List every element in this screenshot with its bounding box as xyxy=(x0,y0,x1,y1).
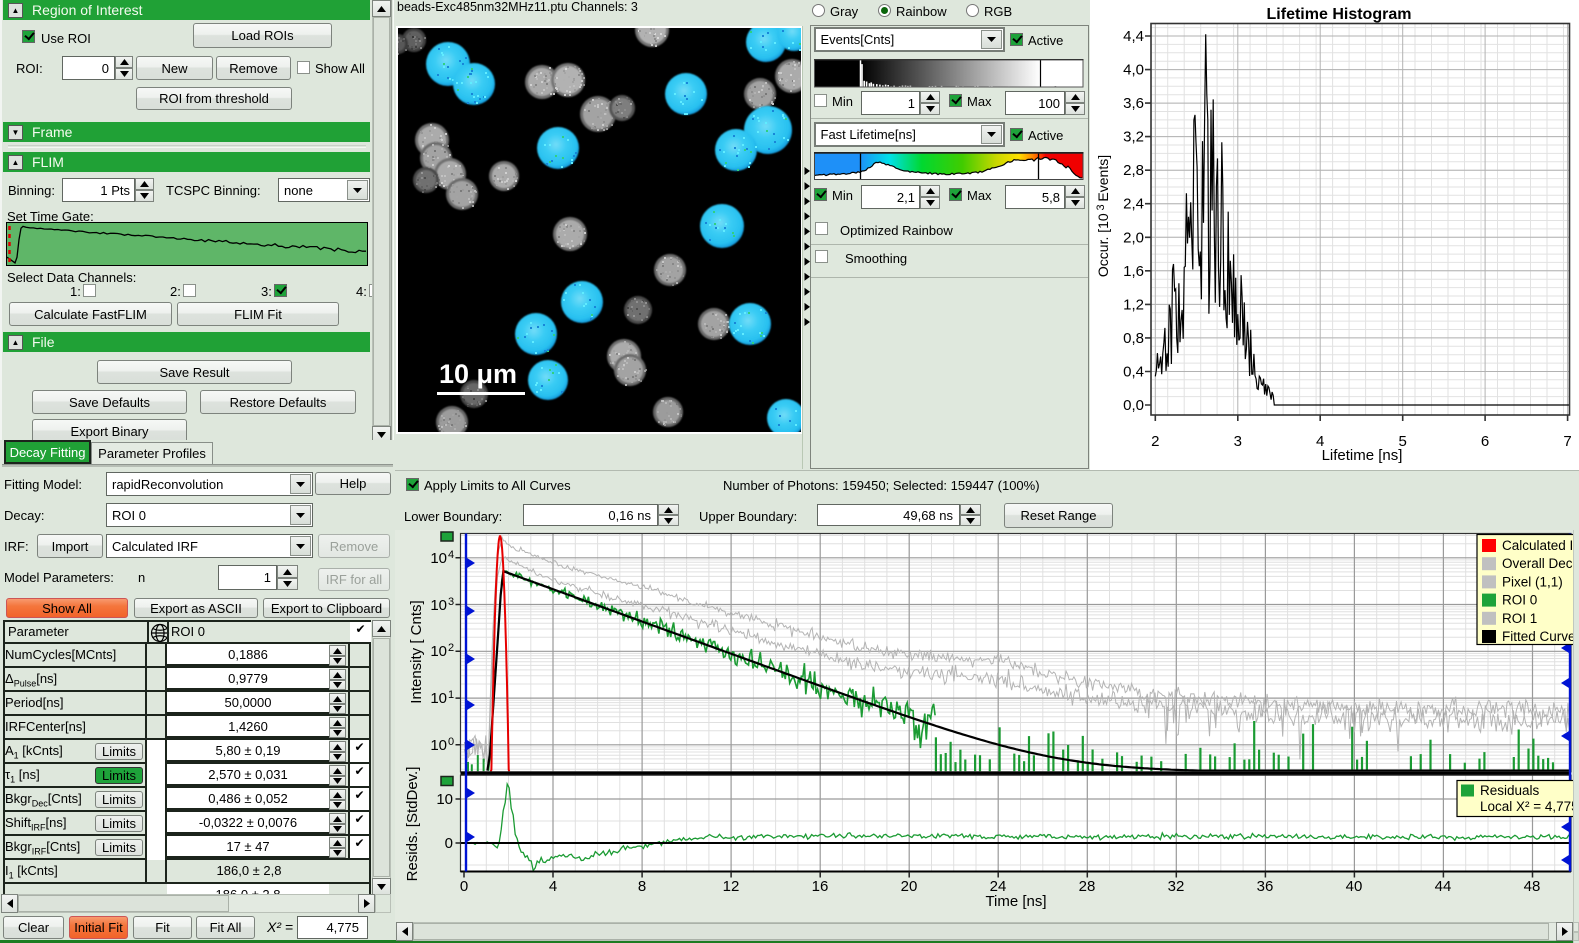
svg-text:Residuals: Residuals xyxy=(1480,783,1540,798)
svg-text:1,2: 1,2 xyxy=(1123,296,1144,313)
svg-text:4,4: 4,4 xyxy=(1123,28,1144,45)
svg-text:10: 10 xyxy=(430,643,447,660)
svg-text:28: 28 xyxy=(1079,878,1096,895)
svg-text:7: 7 xyxy=(1563,433,1571,450)
svg-text:1: 1 xyxy=(448,689,454,701)
svg-text:3,6: 3,6 xyxy=(1123,95,1144,112)
svg-text:2: 2 xyxy=(448,642,454,654)
svg-text:10: 10 xyxy=(430,550,447,567)
svg-text:Fitted Curve: Fitted Curve xyxy=(1502,629,1576,644)
svg-text:0,0: 0,0 xyxy=(1123,397,1144,414)
svg-text:40: 40 xyxy=(1346,878,1363,895)
svg-text:2,0: 2,0 xyxy=(1123,229,1144,246)
svg-text:Calculated IRF: Calculated IRF xyxy=(1502,538,1579,553)
svg-text:3: 3 xyxy=(1234,433,1242,450)
svg-text:Pixel (1,1): Pixel (1,1) xyxy=(1502,574,1563,589)
svg-text:2,8: 2,8 xyxy=(1123,162,1144,179)
svg-text:Resids. [StdDev.]: Resids. [StdDev.] xyxy=(404,767,421,882)
svg-text:32: 32 xyxy=(1168,878,1185,895)
svg-text:4: 4 xyxy=(549,878,557,895)
svg-text:2: 2 xyxy=(1151,433,1159,450)
svg-text:10: 10 xyxy=(436,791,453,808)
svg-text:Lifetime [ns]: Lifetime [ns] xyxy=(1322,447,1403,464)
svg-text:0: 0 xyxy=(448,736,454,748)
svg-text:36: 36 xyxy=(1257,878,1274,895)
svg-text:ROI 0: ROI 0 xyxy=(1502,593,1537,608)
svg-text:Occur. [10 3 Events]: Occur. [10 3 Events] xyxy=(1095,155,1111,277)
svg-text:3,2: 3,2 xyxy=(1123,129,1144,146)
svg-text:0: 0 xyxy=(460,878,468,895)
svg-text:Lifetime Histogram: Lifetime Histogram xyxy=(1267,6,1412,23)
svg-text:10 μm: 10 μm xyxy=(439,359,517,389)
svg-text:Overall Decay: Overall Decay xyxy=(1502,556,1579,571)
svg-text:10: 10 xyxy=(430,737,447,754)
svg-text:16: 16 xyxy=(812,878,829,895)
svg-text:Local X² = 4,7754: Local X² = 4,7754 xyxy=(1480,799,1579,814)
svg-text:6: 6 xyxy=(1481,433,1489,450)
svg-text:0,8: 0,8 xyxy=(1123,330,1144,347)
svg-text:8: 8 xyxy=(638,878,646,895)
svg-text:Time [ns]: Time [ns] xyxy=(985,893,1046,910)
svg-text:0: 0 xyxy=(445,835,453,852)
svg-text:4,0: 4,0 xyxy=(1123,62,1144,79)
svg-text:4: 4 xyxy=(448,549,454,561)
svg-text:1,6: 1,6 xyxy=(1123,263,1144,280)
svg-text:10: 10 xyxy=(430,690,447,707)
svg-text:48: 48 xyxy=(1524,878,1541,895)
svg-text:44: 44 xyxy=(1435,878,1452,895)
svg-text:3: 3 xyxy=(448,596,454,608)
svg-text:ROI 1: ROI 1 xyxy=(1502,611,1537,626)
svg-text:10: 10 xyxy=(430,597,447,614)
svg-text:Intensity [ Cnts]: Intensity [ Cnts] xyxy=(408,600,425,703)
svg-text:0,4: 0,4 xyxy=(1123,364,1144,381)
svg-text:20: 20 xyxy=(901,878,918,895)
svg-text:2,4: 2,4 xyxy=(1123,196,1144,213)
svg-text:12: 12 xyxy=(723,878,740,895)
